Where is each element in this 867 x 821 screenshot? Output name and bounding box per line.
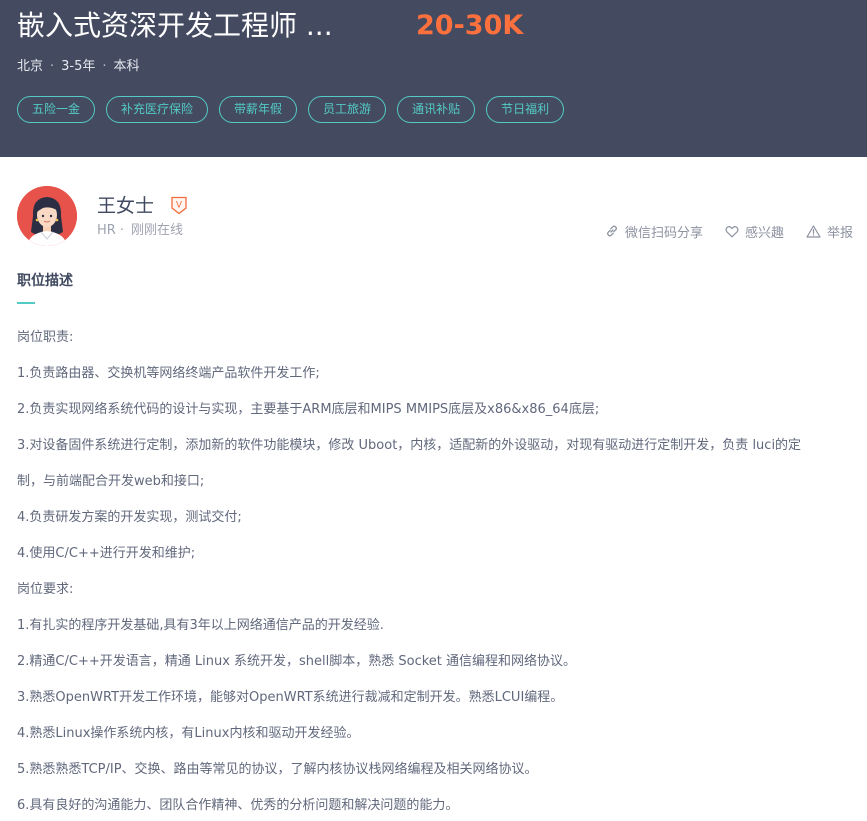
benefit-tag: 补充医疗保险 — [106, 96, 209, 123]
description-line: 4.使用C/C++进行开发和维护; — [17, 546, 196, 561]
job-education: 本科 — [113, 59, 140, 74]
avatar-illustration — [17, 186, 77, 246]
verified-badge-icon: V — [170, 196, 188, 215]
status-separator: · — [119, 223, 124, 238]
share-label: 微信扫码分享 — [624, 225, 703, 241]
recruiter-status: HR · 刚刚在线 — [97, 222, 183, 240]
description-line: 1.负责路由器、交换机等网络终端产品软件开发工作; — [17, 366, 320, 381]
interest-label: 感兴趣 — [744, 225, 784, 241]
job-description: 岗位职责: 1.负责路由器、交换机等网络终端产品软件开发工作; 2.负责实现网络… — [17, 320, 862, 821]
benefit-tag: 员工旅游 — [308, 96, 387, 123]
recruiter-avatar[interactable] — [17, 186, 77, 246]
meta-separator: · — [50, 59, 55, 74]
description-line: 3.熟悉OpenWRT开发工作环境，能够对OpenWRT系统进行裁减和定制开发。… — [17, 690, 564, 705]
job-city: 北京 — [17, 59, 44, 74]
job-meta: 北京 · 3-5年 · 本科 — [17, 57, 140, 77]
section-underline — [17, 302, 35, 304]
description-line: 1.有扎实的程序开发基础,具有3年以上网络通信产品的开发经验. — [17, 618, 384, 633]
description-line: 制，与前端配合开发web和接口; — [17, 474, 205, 489]
verified-badge-letter: V — [176, 201, 183, 211]
job-header: 嵌入式资深开发工程师 ... 20-30K 北京 · 3-5年 · 本科 五险一… — [0, 0, 867, 157]
description-line: 岗位要求: — [17, 582, 74, 597]
warning-icon — [806, 224, 821, 238]
interest-button[interactable]: 感兴趣 — [725, 222, 784, 241]
description-line: 4.负责研发方案的开发实现，测试交付; — [17, 510, 242, 525]
benefit-tags: 五险一金 补充医疗保险 带薪年假 员工旅游 通讯补贴 节日福利 — [17, 96, 575, 123]
recruiter-role: HR — [97, 223, 116, 238]
description-line: 6.具有良好的沟通能力、团队合作精神、优秀的分析问题和解决问题的能力。 — [17, 798, 459, 813]
share-button[interactable]: 微信扫码分享 — [605, 222, 703, 241]
job-title: 嵌入式资深开发工程师 ... — [17, 9, 333, 42]
report-label: 举报 — [826, 225, 853, 241]
report-button[interactable]: 举报 — [806, 222, 853, 241]
job-experience: 3-5年 — [61, 59, 96, 74]
recruiter-online-status: 刚刚在线 — [130, 223, 183, 238]
link-icon — [606, 225, 617, 237]
job-salary: 20-30K — [416, 10, 524, 41]
benefit-tag: 通讯补贴 — [397, 96, 476, 123]
description-line: 岗位职责: — [17, 330, 74, 345]
recruiter-name: 王女士 — [97, 195, 155, 217]
description-line: 2.负责实现网络系统代码的设计与实现，主要基于ARM底层和MIPS MMIPS底… — [17, 402, 600, 417]
meta-separator: · — [102, 59, 107, 74]
benefit-tag: 节日福利 — [486, 96, 565, 123]
description-line: 2.精通C/C++开发语言，精通 Linux 系统开发，shell脚本，熟悉 S… — [17, 654, 577, 669]
description-line: 4.熟悉Linux操作系统内核，有Linux内核和驱动开发经验。 — [17, 726, 360, 741]
description-line: 5.熟悉熟悉TCP/IP、交换、路由等常见的协议，了解内核协议栈网络编程及相关网… — [17, 762, 538, 777]
description-line: 3.对设备固件系统进行定制，添加新的软件功能模块，修改 Uboot，内核，适配新… — [17, 438, 802, 453]
heart-icon — [725, 225, 739, 237]
section-title: 职位描述 — [17, 273, 73, 289]
benefit-tag: 带薪年假 — [219, 96, 298, 123]
benefit-tag: 五险一金 — [17, 96, 96, 123]
job-actions: 微信扫码分享 感兴趣 举报 — [583, 221, 853, 241]
